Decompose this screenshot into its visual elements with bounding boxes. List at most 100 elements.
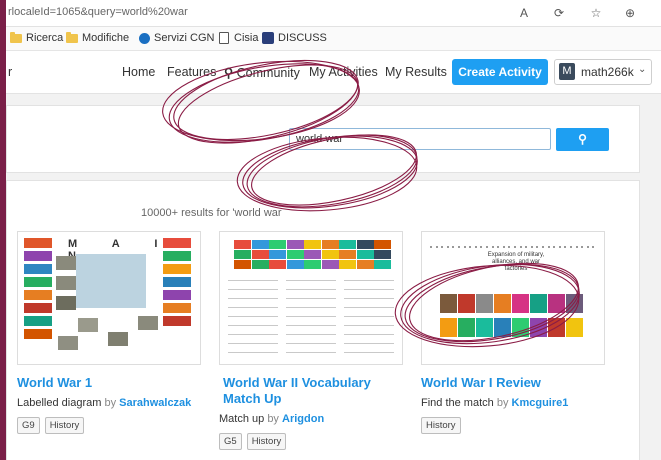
thumb-tile: [269, 250, 286, 259]
thumb-photo: [56, 296, 76, 310]
thumb-dot: [547, 246, 550, 248]
thumb-tile: [321, 260, 339, 269]
search-input[interactable]: [289, 128, 551, 150]
thumb-tile: [286, 240, 304, 249]
thumb-dot: [480, 246, 483, 248]
thumb-dot: [592, 246, 595, 248]
thumb-line: [228, 298, 278, 299]
author-link[interactable]: Sarahwalczak: [119, 397, 191, 409]
thumbnail-labelled-diagram[interactable]: M A I N: [17, 231, 201, 365]
nav-my-activities[interactable]: My Activities: [309, 65, 378, 79]
bookmark-ricerca[interactable]: Ricerca: [10, 31, 63, 44]
bookmark-cisia[interactable]: Cisia: [219, 32, 258, 44]
avatar: M: [559, 63, 575, 80]
thumbnail-match-up[interactable]: [219, 231, 403, 365]
card-title[interactable]: World War II Vocabulary Match Up: [219, 375, 401, 407]
thumb-tile: [234, 260, 251, 269]
nav-community[interactable]: ⚲ Community: [224, 65, 300, 80]
thumb-map: [76, 254, 146, 308]
favorites-icon[interactable]: ☆: [588, 5, 604, 21]
thumb-tile: [512, 294, 529, 313]
thumb-dot: [497, 246, 500, 248]
thumb-dot: [525, 246, 528, 248]
thumb-line: [228, 316, 278, 317]
thumb-line: [286, 307, 336, 308]
address-bar[interactable]: rlocaleId=1065&query=world%20war A ⟳ ☆ ⊕: [6, 0, 661, 27]
search-icon: ⚲: [224, 66, 234, 80]
card-title[interactable]: World War I Review: [421, 375, 603, 391]
thumb-line: [344, 289, 394, 290]
nav-left-fragment: r: [8, 65, 13, 79]
result-card[interactable]: M A I N: [17, 231, 201, 434]
activity-type: Find the match: [421, 397, 494, 409]
thumb-dot: [486, 246, 488, 248]
thumb-label: [24, 251, 52, 261]
thumb-dot: [558, 246, 561, 248]
thumb-label: [163, 316, 191, 326]
card-title[interactable]: World War 1: [17, 375, 199, 391]
by-label: by: [104, 397, 117, 409]
thumb-tile: [251, 240, 269, 249]
thumb-tile: [530, 318, 547, 337]
results-count: 10000+ results for 'world war: [141, 207, 282, 219]
thumb-label: [24, 316, 52, 326]
thumb-line: [286, 280, 336, 281]
thumb-tile: [286, 260, 304, 269]
nav-home[interactable]: Home: [122, 65, 155, 79]
thumb-tile: [374, 260, 391, 269]
font-size-icon[interactable]: A: [516, 5, 532, 21]
thumb-line: [286, 352, 336, 353]
nav-my-results[interactable]: My Results: [385, 65, 447, 79]
thumb-label: [163, 290, 191, 300]
thumb-tile: [374, 250, 391, 259]
thumb-line: [228, 334, 278, 335]
thumb-dot: [502, 246, 505, 248]
thumb-tile: [476, 318, 493, 337]
thumb-dot: [570, 246, 572, 248]
bookmark-servizi-cgn[interactable]: Servizi CGN: [139, 32, 215, 44]
thumb-line: [228, 325, 278, 326]
bookmark-modifiche[interactable]: Modifiche: [66, 31, 129, 44]
thumb-line: [286, 343, 336, 344]
thumb-label: [24, 303, 52, 313]
create-activity-button[interactable]: Create Activity: [452, 59, 548, 85]
result-card[interactable]: Expansion of military, alliances, and wa…: [421, 231, 605, 434]
thumb-line: [286, 325, 336, 326]
author-link[interactable]: Kmcguire1: [512, 397, 569, 409]
thumb-dot: [435, 246, 438, 248]
tag-subject[interactable]: History: [246, 433, 287, 450]
thumb-label: [24, 329, 52, 339]
thumb-line: [344, 298, 394, 299]
thumb-label: [24, 264, 52, 274]
thumb-dot: [452, 246, 455, 248]
thumb-tile: [286, 250, 304, 259]
tag-grade[interactable]: G9: [17, 417, 40, 434]
tag-grade[interactable]: G5: [219, 433, 242, 450]
result-card[interactable]: World War II Vocabulary Match Up Match u…: [219, 231, 403, 450]
reading-mode-icon[interactable]: ⟳: [551, 5, 567, 21]
tag-subject[interactable]: History: [44, 417, 85, 434]
by-label: by: [267, 413, 279, 425]
thumb-tile: [374, 240, 391, 249]
thumb-dot: [491, 246, 494, 248]
thumb-tile: [304, 260, 321, 269]
thumb-dot: [536, 246, 539, 248]
url-text[interactable]: rlocaleId=1065&query=world%20war: [8, 6, 188, 18]
thumb-photo: [78, 318, 98, 332]
thumb-tile: [440, 294, 457, 313]
search-button[interactable]: ⚲: [556, 128, 609, 151]
nav-features[interactable]: Features: [167, 65, 216, 79]
thumbnail-find-the-match[interactable]: Expansion of military, alliances, and wa…: [421, 231, 605, 365]
thumb-line: [344, 316, 394, 317]
bookmark-discuss[interactable]: DISCUSS: [262, 32, 327, 44]
author-link[interactable]: Arigdon: [282, 413, 324, 425]
activity-type: Match up: [219, 413, 265, 425]
extensions-icon[interactable]: ⊕: [622, 5, 638, 21]
thumb-dot: [519, 246, 522, 248]
thumb-dot: [530, 246, 533, 248]
thumb-dot: [553, 246, 556, 248]
thumb-line: [344, 334, 394, 335]
user-menu[interactable]: M math266k ⌄: [554, 59, 652, 85]
tag-subject[interactable]: History: [421, 417, 461, 434]
thumb-photo: [138, 316, 158, 330]
